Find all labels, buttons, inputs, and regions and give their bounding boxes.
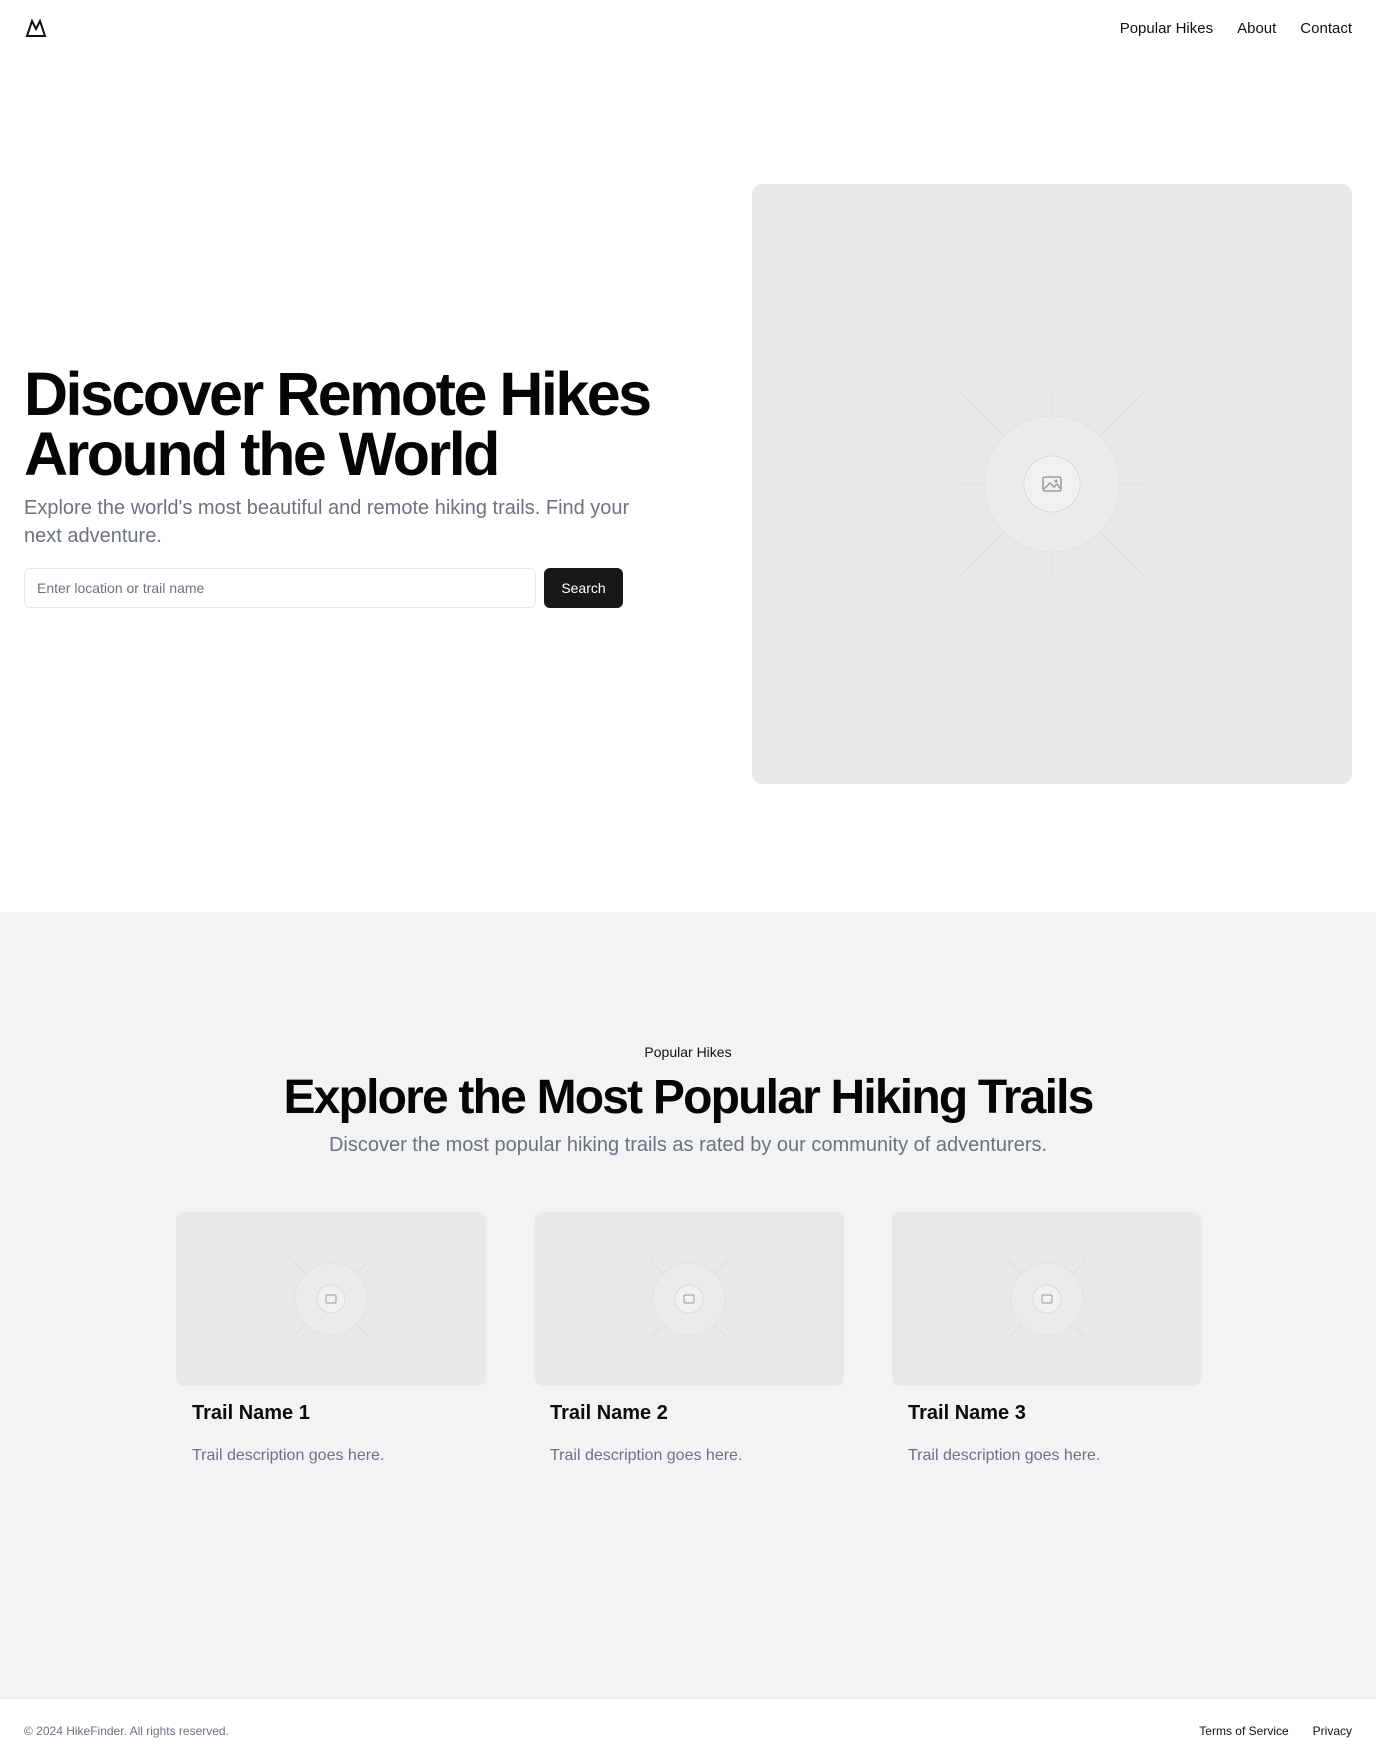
trail-card-image [892,1212,1202,1386]
copyright-text: © 2024 HikeFinder. All rights reserved. [24,1724,229,1738]
footer-links: Terms of Service Privacy [1199,1724,1352,1738]
section-eyebrow: Popular Hikes [644,1044,732,1060]
trail-card-description: Trail description goes here. [550,1447,743,1464]
site-header: Popular Hikes About Contact [0,0,1376,56]
footer-link-privacy[interactable]: Privacy [1313,1724,1352,1738]
trail-card-image [534,1212,844,1386]
image-placeholder-icon [649,1259,729,1339]
hero-section: Discover Remote Hikes Around the World E… [0,56,1376,912]
search-form: Search [24,568,664,608]
search-input[interactable] [24,568,536,608]
trail-card-title: Trail Name 3 [908,1402,1026,1424]
footer-link-terms[interactable]: Terms of Service [1199,1724,1288,1738]
trail-card-image [176,1212,486,1386]
nav-about[interactable]: About [1237,20,1276,37]
nav-contact[interactable]: Contact [1300,20,1352,37]
hero-title-line2: Around the World [24,420,500,488]
hero-text: Discover Remote Hikes Around the World E… [24,364,664,608]
trail-card-description: Trail description goes here. [908,1447,1101,1464]
hero-title-line1: Discover Remote Hikes [24,360,652,428]
section-title: Explore the Most Popular Hiking Trails [283,1071,1094,1124]
search-button[interactable]: Search [544,568,623,608]
trail-card-description: Trail description goes here. [192,1447,385,1464]
nav-popular-hikes[interactable]: Popular Hikes [1120,20,1213,37]
main-nav: Popular Hikes About Contact [1120,20,1352,37]
image-placeholder-icon [1007,1259,1087,1339]
mountain-icon[interactable] [24,16,48,40]
trail-cards: Trail Name 1 Trail description goes here… [176,1212,1202,1465]
hero-title: Discover Remote Hikes Around the World [24,364,664,485]
trail-card-title: Trail Name 2 [550,1402,668,1424]
popular-section: Popular Hikes Explore the Most Popular H… [0,912,1376,1698]
trail-card[interactable]: Trail Name 3 Trail description goes here… [892,1212,1202,1465]
trail-card[interactable]: Trail Name 2 Trail description goes here… [534,1212,844,1465]
image-placeholder-icon [291,1259,371,1339]
hero-subtitle: Explore the world's most beautiful and r… [24,497,630,547]
site-footer: © 2024 HikeFinder. All rights reserved. … [0,1698,1376,1763]
hero-image [752,184,1352,784]
trail-card-title: Trail Name 1 [192,1402,310,1424]
section-subtitle: Discover the most popular hiking trails … [328,1134,1048,1156]
trail-card[interactable]: Trail Name 1 Trail description goes here… [176,1212,486,1465]
image-placeholder-icon [962,394,1142,574]
